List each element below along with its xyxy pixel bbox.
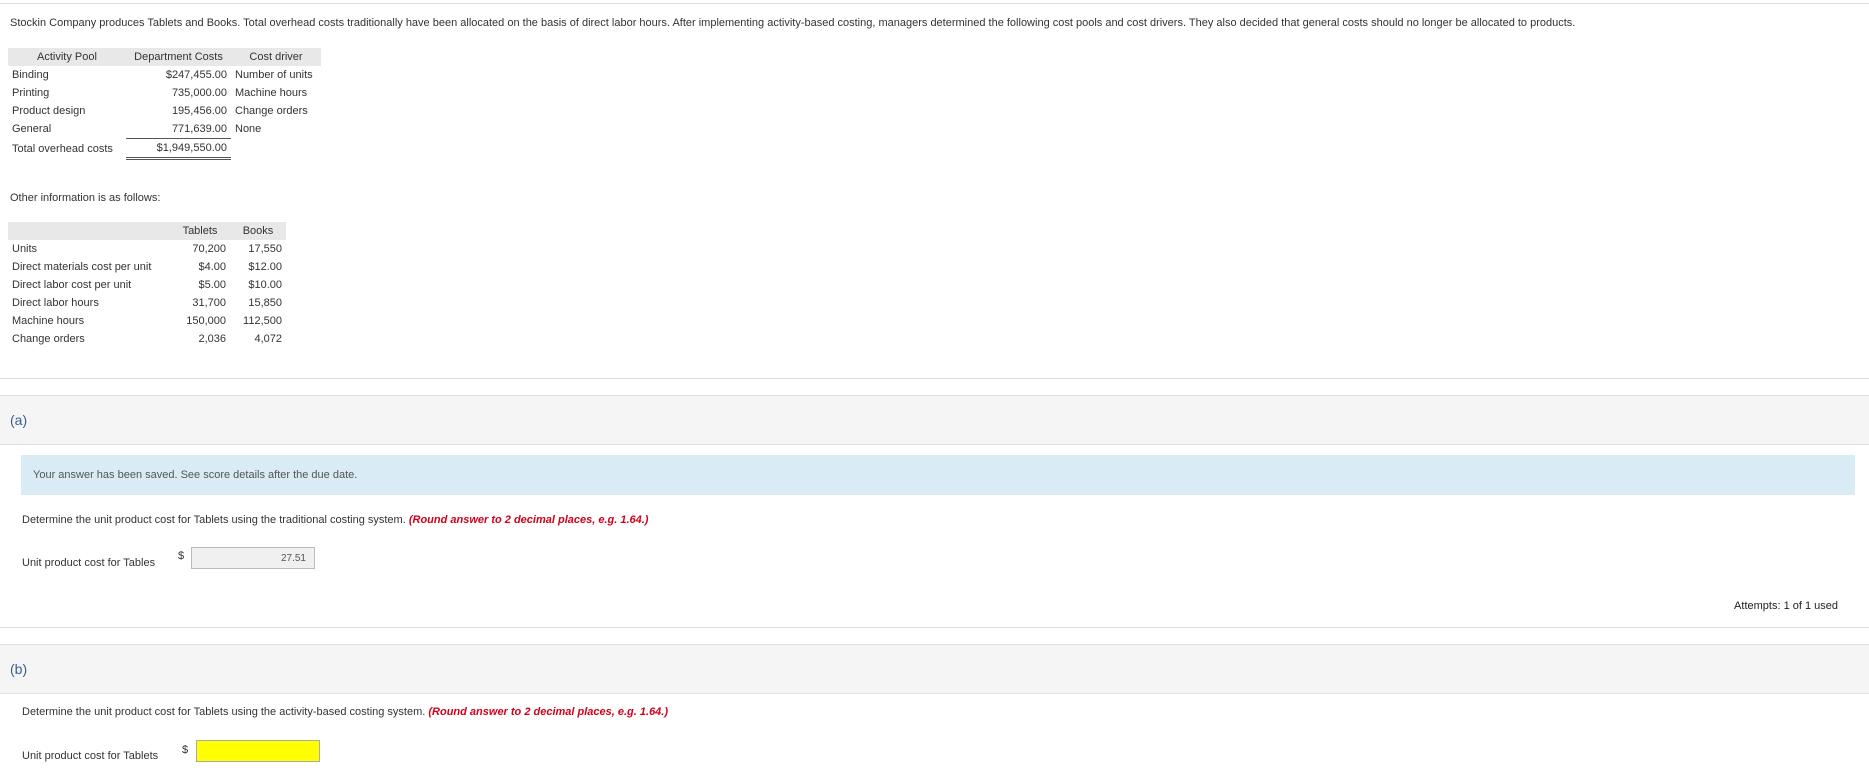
- pool-cost: $247,455.00: [165, 69, 227, 81]
- problem-intro: Stockin Company produces Tablets and Boo…: [10, 17, 1576, 29]
- currency-symbol: $: [178, 550, 185, 562]
- pool-name: General: [12, 123, 52, 136]
- header-cost-driver: Cost driver: [231, 48, 321, 66]
- books-value: 112,500: [243, 315, 282, 327]
- tablets-value: $4.00: [198, 261, 226, 273]
- tablets-value: $5.00: [198, 279, 226, 291]
- divider: [0, 378, 1869, 379]
- header-department-costs: Department Costs: [126, 48, 231, 66]
- rounding-hint: (Round answer to 2 decimal places, e.g. …: [428, 706, 669, 718]
- pool-driver: Number of units: [235, 69, 313, 81]
- pool-name: Binding: [12, 69, 49, 81]
- part-b-field-label: Unit product cost for Tablets: [22, 750, 159, 762]
- books-value: $12.00: [248, 261, 282, 273]
- table-row: Printing 735,000.00 Machine hours: [8, 84, 321, 102]
- question-text: Determine the unit product cost for Tabl…: [22, 514, 406, 526]
- table-row: Direct labor cost per unit $5.00 $10.00: [8, 276, 286, 294]
- part-b-answer-input[interactable]: [196, 740, 320, 762]
- table-row: Binding $247,455.00 Number of units: [8, 66, 321, 84]
- books-value: 4,072: [254, 333, 282, 345]
- part-a-question: Determine the unit product cost for Tabl…: [22, 514, 648, 526]
- header-tablets: Tablets: [170, 222, 230, 240]
- total-label: Total overhead costs: [12, 142, 113, 155]
- header-books: Books: [230, 222, 286, 240]
- pool-driver: Change orders: [235, 105, 308, 117]
- books-value: 17,550: [248, 243, 282, 255]
- rounding-hint: (Round answer to 2 decimal places, e.g. …: [408, 514, 649, 526]
- table-row: Change orders 2,036 4,072: [8, 330, 286, 348]
- row-label: Change orders: [12, 333, 85, 345]
- part-b-question: Determine the unit product cost for Tabl…: [22, 706, 668, 718]
- other-info-table: Tablets Books Units 70,200 17,550 Direct…: [8, 222, 286, 348]
- part-b-header: [0, 644, 1869, 694]
- part-a-label: (a): [10, 412, 28, 428]
- other-info-label: Other information is as follows:: [10, 192, 161, 204]
- pool-driver: None: [235, 123, 262, 136]
- tablets-value: 150,000: [186, 315, 226, 327]
- row-label: Direct labor hours: [12, 297, 99, 309]
- pool-driver: Machine hours: [235, 87, 308, 99]
- table-row: Direct materials cost per unit $4.00 $12…: [8, 258, 286, 276]
- top-divider: [0, 3, 1869, 4]
- total-value: $1,949,550.00: [126, 138, 231, 160]
- row-label: Units: [12, 243, 38, 255]
- table-row: General 771,639.00 None: [8, 120, 321, 139]
- saved-notice: Your answer has been saved. See score de…: [21, 455, 1855, 495]
- pool-cost: 735,000.00: [171, 87, 227, 99]
- pool-cost: 195,456.00: [171, 105, 227, 117]
- books-value: 15,850: [248, 297, 282, 309]
- attempts-counter: Attempts: 1 of 1 used: [1734, 600, 1838, 612]
- row-label: Machine hours: [12, 315, 85, 327]
- divider: [0, 627, 1869, 628]
- tablets-value: 70,200: [192, 243, 226, 255]
- saved-notice-text: Your answer has been saved. See score de…: [33, 469, 358, 481]
- table-row: Units 70,200 17,550: [8, 240, 286, 258]
- total-row: Total overhead costs $1,949,550.00: [8, 138, 321, 160]
- currency-symbol: $: [182, 744, 189, 756]
- table-row: Machine hours 150,000 112,500: [8, 312, 286, 330]
- books-value: $10.00: [248, 279, 282, 291]
- header-blank: [8, 222, 170, 240]
- part-a-answer-field[interactable]: 27.51: [191, 547, 315, 569]
- part-a-field-label: Unit product cost for Tables: [22, 557, 156, 569]
- tablets-value: 2,036: [198, 333, 226, 345]
- row-label: Direct materials cost per unit: [12, 261, 152, 273]
- part-b-label: (b): [10, 661, 28, 677]
- row-label: Direct labor cost per unit: [12, 279, 132, 291]
- activity-pool-table: Activity Pool Department Costs Cost driv…: [8, 48, 321, 160]
- table-row: Product design 195,456.00 Change orders: [8, 102, 321, 120]
- question-text: Determine the unit product cost for Tabl…: [22, 706, 426, 718]
- tablets-value: 31,700: [192, 297, 226, 309]
- pool-cost: 771,639.00: [126, 120, 231, 139]
- header-activity-pool: Activity Pool: [8, 48, 126, 66]
- pool-name: Product design: [12, 105, 86, 117]
- pool-name: Printing: [12, 87, 50, 99]
- table-row: Direct labor hours 31,700 15,850: [8, 294, 286, 312]
- part-a-header: [0, 395, 1869, 445]
